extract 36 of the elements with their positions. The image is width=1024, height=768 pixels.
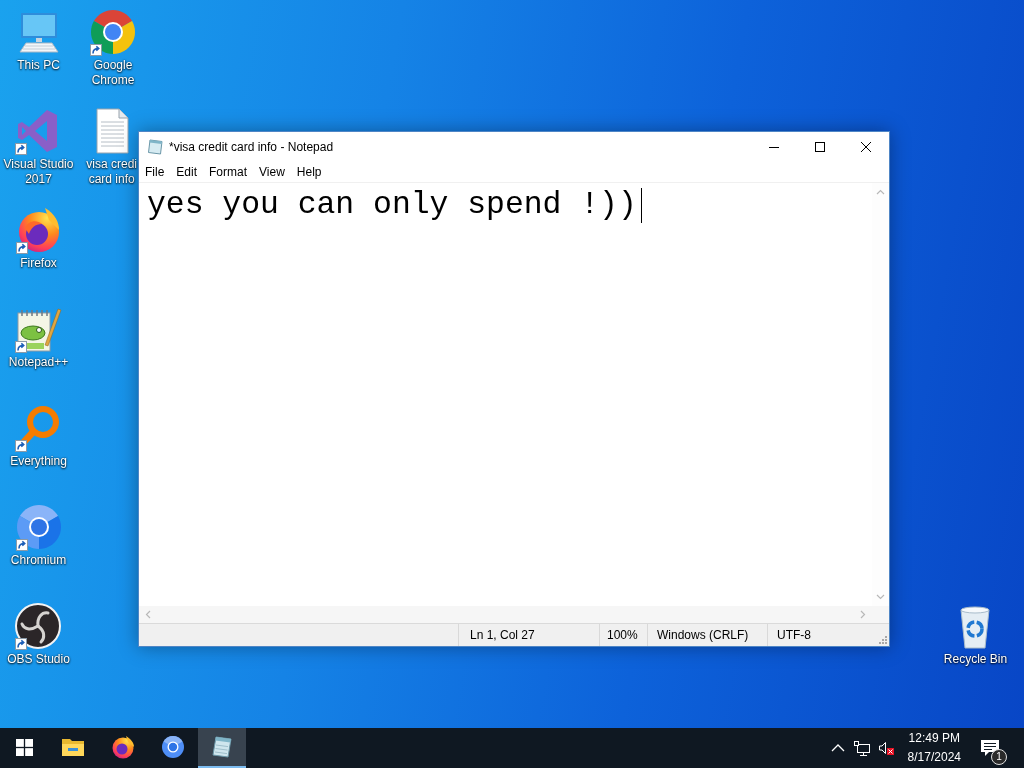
shortcut-arrow-icon [15,143,28,155]
notepad-icon [147,138,163,155]
shortcut-arrow-icon [15,440,28,452]
close-icon [861,141,871,152]
windows-logo-icon [15,738,33,756]
menu-item[interactable]: File [139,161,171,182]
shortcut-arrow-icon [15,242,28,254]
taskbar-button[interactable] [198,728,246,768]
menu-item[interactable]: Edit [170,161,204,182]
cursor-position: Ln 1, Col 27 [458,624,599,646]
encoding: UTF-8 [767,624,872,646]
zoom-level: 100% [599,624,647,646]
notepad-chameleon-icon [14,305,63,353]
fox-globe-icon [111,735,135,759]
menu-item[interactable]: Format [203,161,254,182]
network-monitor-icon[interactable] [852,739,871,757]
browser-logo-icon [89,8,137,56]
notifications-button[interactable]: 1 [967,728,1013,768]
clock[interactable]: 12:49 PM 8/17/2024 [901,728,967,768]
shortcut-arrow-icon [15,539,28,551]
shortcut-arrow-icon [15,341,28,353]
window-title: *visa credit card info - Notepad [169,139,335,154]
shortcut-arrow-icon [15,638,28,650]
browser-logo-icon [161,735,185,759]
notepad-icon [210,735,234,759]
shortcut-arrow-icon [90,44,102,56]
notification-badge: 1 [991,749,1007,765]
document-text: yes you can only spend !)) [147,187,637,223]
menu-item[interactable]: View [253,161,291,182]
maximize-icon [815,141,825,152]
swirl-logo-icon [14,602,63,650]
menu-item[interactable]: Help [290,161,328,182]
speaker-muted-icon[interactable] [876,739,895,757]
browser-logo-icon [14,503,63,551]
line-ending: Windows (CRLF) [647,624,767,646]
text-cursor [640,188,642,223]
